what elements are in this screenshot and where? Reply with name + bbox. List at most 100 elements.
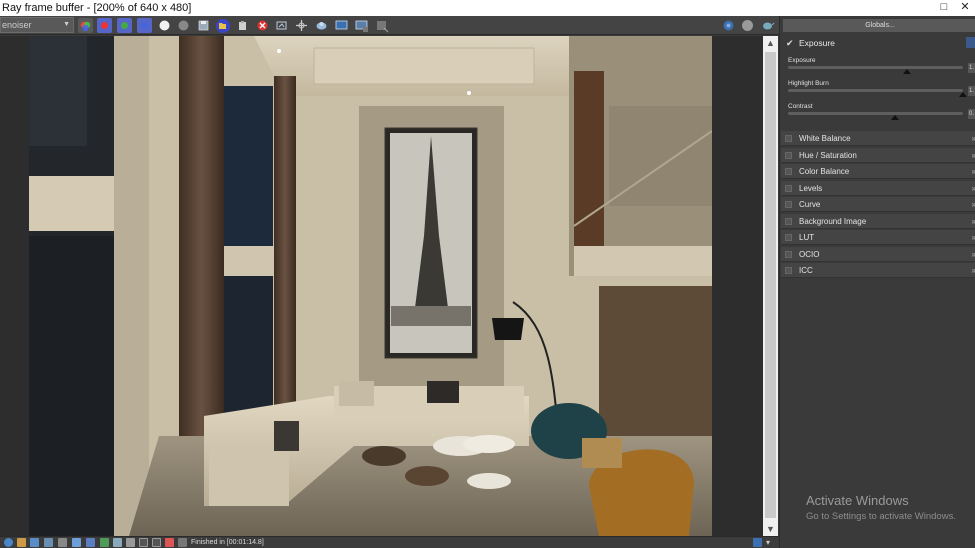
curve-icon[interactable] — [113, 538, 122, 547]
section-label: OCIO — [799, 250, 820, 259]
exposure-enable-checkbox[interactable]: ✔ — [786, 38, 794, 49]
h-icon[interactable] — [139, 538, 148, 547]
section-label: Hue / Saturation — [799, 151, 857, 160]
exposure-label: Exposure — [788, 57, 816, 64]
color-corrections-panel: Globals... ✔ Exposure Exposure 1. Highli… — [779, 16, 975, 548]
section-icc[interactable]: ICC » — [781, 263, 975, 278]
lens-icon[interactable] — [86, 538, 95, 547]
section-lut[interactable]: LUT » — [781, 230, 975, 245]
section-color-balance[interactable]: Color Balance » — [781, 164, 975, 179]
compare-icon[interactable] — [30, 538, 39, 547]
info-icon[interactable] — [4, 538, 13, 547]
slider-knob[interactable] — [890, 115, 899, 120]
blue-channel-icon[interactable] — [137, 18, 152, 33]
clear-icon[interactable] — [235, 18, 250, 33]
white-circle-icon[interactable] — [157, 18, 172, 33]
close-button[interactable]: ✕ — [955, 0, 975, 16]
crop-icon[interactable] — [126, 538, 135, 547]
color-swatch-icon[interactable] — [17, 538, 26, 547]
exposure-slider[interactable] — [788, 66, 963, 74]
circle-icon[interactable] — [740, 18, 755, 33]
window-title: Ray frame buffer - [200% of 640 x 480] — [2, 2, 192, 14]
section-label: LUT — [799, 233, 815, 242]
section-menu-icon[interactable] — [966, 37, 975, 48]
section-checkbox[interactable] — [785, 218, 792, 225]
activate-windows-subtitle: Go to Settings to activate Windows. — [806, 511, 956, 522]
denoiser-dropdown[interactable]: enoiser ▼ — [0, 17, 74, 33]
denoiser-value: enoiser — [2, 20, 32, 30]
section-checkbox[interactable] — [785, 267, 792, 274]
red-icon[interactable] — [165, 538, 174, 547]
status-bar: Finished in [00:01:14.8] ▾ — [0, 536, 779, 548]
lock-icon[interactable] — [178, 538, 187, 547]
red-channel-icon[interactable] — [97, 18, 112, 33]
section-levels[interactable]: Levels » — [781, 181, 975, 196]
scroll-up-icon[interactable]: ▲ — [763, 36, 778, 50]
region-render-icon[interactable] — [274, 18, 289, 33]
layers-icon[interactable] — [72, 538, 81, 547]
contrast-label: Contrast — [788, 103, 813, 110]
track-mouse-icon[interactable] — [294, 18, 309, 33]
section-checkbox[interactable] — [785, 185, 792, 192]
lens-fx-icon[interactable] — [374, 18, 389, 33]
slider-knob[interactable] — [903, 69, 911, 74]
section-checkbox[interactable] — [785, 135, 792, 142]
rendered-image — [29, 36, 712, 536]
image-icon[interactable] — [100, 538, 109, 547]
section-ocio[interactable]: OCIO » — [781, 247, 975, 262]
chevron-down-icon[interactable]: » — [972, 230, 975, 245]
scroll-thumb[interactable] — [765, 52, 776, 518]
open-folder-icon[interactable] — [215, 18, 230, 33]
stop-render-icon[interactable] — [255, 18, 270, 33]
chevron-down-icon[interactable]: ▾ — [766, 538, 775, 547]
green-channel-icon[interactable] — [117, 18, 132, 33]
teapot-icon[interactable] — [760, 18, 775, 33]
chevron-down-icon[interactable]: » — [972, 164, 975, 179]
save-image-icon[interactable] — [196, 18, 211, 33]
slider-knob[interactable] — [959, 92, 967, 97]
chevron-down-icon[interactable]: » — [972, 197, 975, 212]
section-label: Curve — [799, 200, 821, 209]
panel-toggle-icon[interactable] — [753, 538, 762, 547]
exposure-value[interactable]: 1. — [968, 63, 975, 73]
exposure-section-title: Exposure — [799, 38, 835, 48]
section-white-balance[interactable]: White Balance » — [781, 131, 975, 146]
gray-circle-icon[interactable] — [176, 18, 191, 33]
chevron-down-icon[interactable]: » — [972, 148, 975, 163]
globals-button[interactable]: Globals... — [783, 19, 975, 32]
section-label: Background Image — [799, 217, 867, 226]
section-background-image[interactable]: Background Image » — [781, 214, 975, 229]
section-label: Levels — [799, 184, 823, 193]
toolbar: enoiser ▼ — [0, 16, 779, 35]
section-curve[interactable]: Curve » — [781, 197, 975, 212]
maximize-button[interactable]: □ — [934, 0, 954, 16]
section-checkbox[interactable] — [785, 152, 792, 159]
section-hue-saturation[interactable]: Hue / Saturation » — [781, 148, 975, 163]
section-checkbox[interactable] — [785, 234, 792, 241]
chevron-down-icon[interactable]: » — [972, 131, 975, 146]
section-label: ICC — [799, 266, 813, 275]
scroll-down-icon[interactable]: ▼ — [763, 522, 778, 536]
chevron-down-icon[interactable]: » — [972, 247, 975, 262]
vertical-scrollbar[interactable]: ▲ ▼ — [763, 36, 778, 536]
highlight-burn-value[interactable]: 1. — [968, 86, 975, 96]
section-checkbox[interactable] — [785, 251, 792, 258]
fit-icon[interactable] — [152, 538, 161, 547]
highlight-burn-slider[interactable] — [788, 89, 967, 97]
chevron-down-icon[interactable]: » — [972, 263, 975, 278]
ab-compare-icon[interactable] — [44, 538, 53, 547]
chevron-down-icon[interactable]: » — [972, 214, 975, 229]
display-icon[interactable] — [334, 18, 349, 33]
render-viewport[interactable] — [0, 36, 763, 536]
section-checkbox[interactable] — [785, 201, 792, 208]
contrast-slider[interactable] — [788, 112, 963, 120]
contrast-value[interactable]: 0. — [968, 109, 975, 119]
render-effect-icon[interactable] — [314, 18, 329, 33]
frame-icon[interactable] — [354, 18, 369, 33]
histogram-icon[interactable] — [58, 538, 67, 547]
settings-icon[interactable] — [721, 18, 736, 33]
section-label: Color Balance — [799, 167, 850, 176]
section-checkbox[interactable] — [785, 168, 792, 175]
chevron-down-icon[interactable]: » — [972, 181, 975, 196]
channel-color-icon[interactable] — [78, 18, 93, 33]
